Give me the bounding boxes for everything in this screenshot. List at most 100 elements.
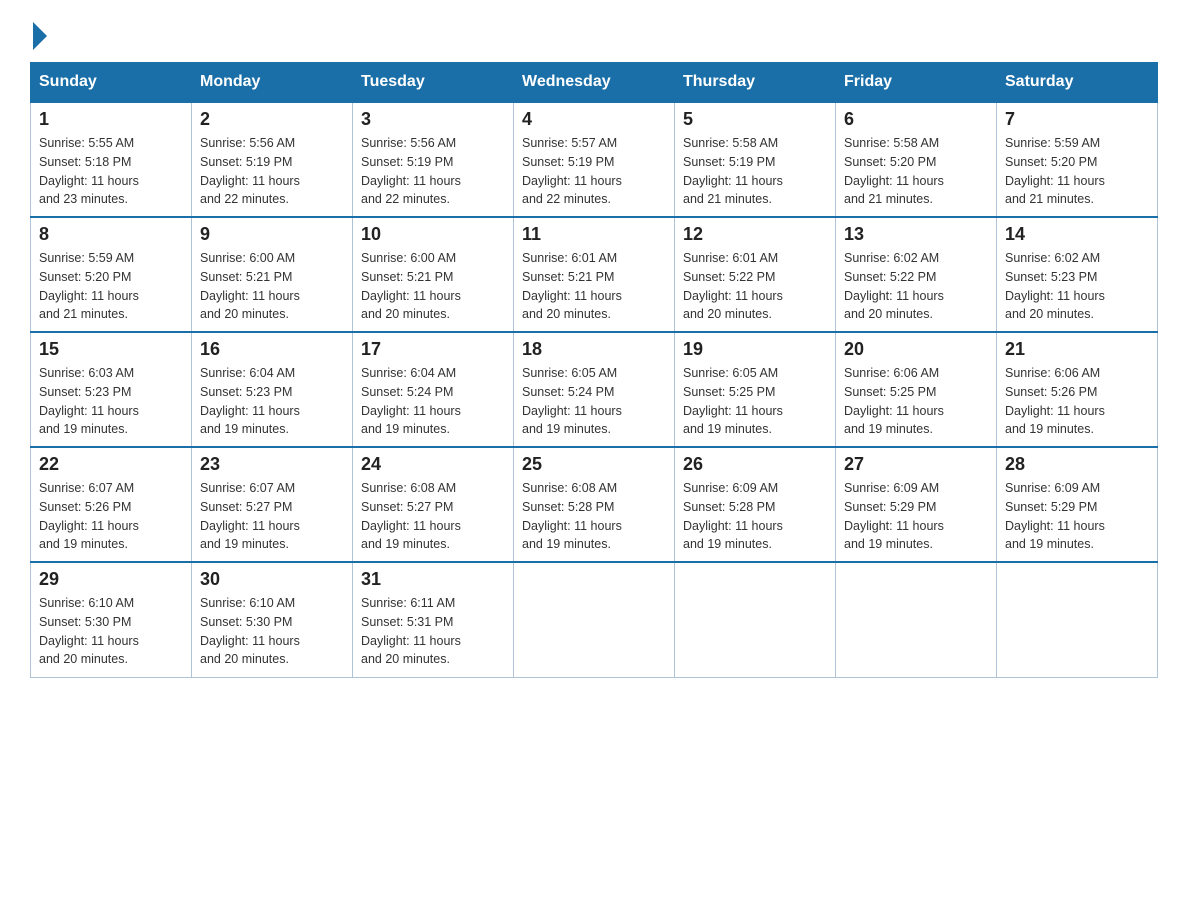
calendar-cell: 14 Sunrise: 6:02 AMSunset: 5:23 PMDaylig… (997, 217, 1158, 332)
day-number: 5 (683, 109, 827, 130)
day-number: 6 (844, 109, 988, 130)
day-info: Sunrise: 5:55 AMSunset: 5:18 PMDaylight:… (39, 136, 139, 206)
calendar-cell: 9 Sunrise: 6:00 AMSunset: 5:21 PMDayligh… (192, 217, 353, 332)
day-number: 15 (39, 339, 183, 360)
calendar-cell: 19 Sunrise: 6:05 AMSunset: 5:25 PMDaylig… (675, 332, 836, 447)
day-info: Sunrise: 5:56 AMSunset: 5:19 PMDaylight:… (361, 136, 461, 206)
logo (30, 20, 47, 46)
day-of-week-header: Tuesday (353, 63, 514, 103)
calendar-cell: 24 Sunrise: 6:08 AMSunset: 5:27 PMDaylig… (353, 447, 514, 562)
day-info: Sunrise: 6:00 AMSunset: 5:21 PMDaylight:… (361, 251, 461, 321)
day-info: Sunrise: 5:59 AMSunset: 5:20 PMDaylight:… (1005, 136, 1105, 206)
calendar-cell: 31 Sunrise: 6:11 AMSunset: 5:31 PMDaylig… (353, 562, 514, 677)
calendar-cell: 1 Sunrise: 5:55 AMSunset: 5:18 PMDayligh… (31, 102, 192, 217)
calendar-cell: 21 Sunrise: 6:06 AMSunset: 5:26 PMDaylig… (997, 332, 1158, 447)
day-info: Sunrise: 6:09 AMSunset: 5:28 PMDaylight:… (683, 481, 783, 551)
calendar-cell: 12 Sunrise: 6:01 AMSunset: 5:22 PMDaylig… (675, 217, 836, 332)
day-number: 21 (1005, 339, 1149, 360)
calendar-cell: 7 Sunrise: 5:59 AMSunset: 5:20 PMDayligh… (997, 102, 1158, 217)
day-info: Sunrise: 6:11 AMSunset: 5:31 PMDaylight:… (361, 596, 461, 666)
day-number: 2 (200, 109, 344, 130)
day-info: Sunrise: 6:00 AMSunset: 5:21 PMDaylight:… (200, 251, 300, 321)
day-info: Sunrise: 6:06 AMSunset: 5:26 PMDaylight:… (1005, 366, 1105, 436)
day-number: 29 (39, 569, 183, 590)
calendar-cell: 13 Sunrise: 6:02 AMSunset: 5:22 PMDaylig… (836, 217, 997, 332)
calendar-cell: 3 Sunrise: 5:56 AMSunset: 5:19 PMDayligh… (353, 102, 514, 217)
day-info: Sunrise: 6:08 AMSunset: 5:28 PMDaylight:… (522, 481, 622, 551)
day-info: Sunrise: 6:05 AMSunset: 5:24 PMDaylight:… (522, 366, 622, 436)
day-number: 18 (522, 339, 666, 360)
calendar-cell: 10 Sunrise: 6:00 AMSunset: 5:21 PMDaylig… (353, 217, 514, 332)
calendar-cell: 27 Sunrise: 6:09 AMSunset: 5:29 PMDaylig… (836, 447, 997, 562)
day-info: Sunrise: 5:59 AMSunset: 5:20 PMDaylight:… (39, 251, 139, 321)
day-number: 28 (1005, 454, 1149, 475)
day-number: 26 (683, 454, 827, 475)
day-number: 1 (39, 109, 183, 130)
calendar-cell: 22 Sunrise: 6:07 AMSunset: 5:26 PMDaylig… (31, 447, 192, 562)
day-info: Sunrise: 5:58 AMSunset: 5:20 PMDaylight:… (844, 136, 944, 206)
day-info: Sunrise: 5:57 AMSunset: 5:19 PMDaylight:… (522, 136, 622, 206)
day-info: Sunrise: 6:05 AMSunset: 5:25 PMDaylight:… (683, 366, 783, 436)
day-of-week-header: Friday (836, 63, 997, 103)
day-info: Sunrise: 5:56 AMSunset: 5:19 PMDaylight:… (200, 136, 300, 206)
logo-arrow-icon (33, 22, 47, 50)
day-number: 17 (361, 339, 505, 360)
day-info: Sunrise: 6:06 AMSunset: 5:25 PMDaylight:… (844, 366, 944, 436)
calendar-cell: 17 Sunrise: 6:04 AMSunset: 5:24 PMDaylig… (353, 332, 514, 447)
day-number: 22 (39, 454, 183, 475)
day-info: Sunrise: 6:01 AMSunset: 5:22 PMDaylight:… (683, 251, 783, 321)
day-number: 13 (844, 224, 988, 245)
day-number: 12 (683, 224, 827, 245)
day-number: 16 (200, 339, 344, 360)
day-number: 9 (200, 224, 344, 245)
day-info: Sunrise: 6:04 AMSunset: 5:24 PMDaylight:… (361, 366, 461, 436)
day-number: 10 (361, 224, 505, 245)
calendar-cell: 4 Sunrise: 5:57 AMSunset: 5:19 PMDayligh… (514, 102, 675, 217)
calendar-cell: 26 Sunrise: 6:09 AMSunset: 5:28 PMDaylig… (675, 447, 836, 562)
day-of-week-header: Thursday (675, 63, 836, 103)
day-info: Sunrise: 6:04 AMSunset: 5:23 PMDaylight:… (200, 366, 300, 436)
calendar-cell: 5 Sunrise: 5:58 AMSunset: 5:19 PMDayligh… (675, 102, 836, 217)
day-info: Sunrise: 6:07 AMSunset: 5:26 PMDaylight:… (39, 481, 139, 551)
day-number: 14 (1005, 224, 1149, 245)
calendar-cell: 23 Sunrise: 6:07 AMSunset: 5:27 PMDaylig… (192, 447, 353, 562)
day-info: Sunrise: 6:08 AMSunset: 5:27 PMDaylight:… (361, 481, 461, 551)
calendar-cell: 6 Sunrise: 5:58 AMSunset: 5:20 PMDayligh… (836, 102, 997, 217)
calendar-cell (514, 562, 675, 677)
day-info: Sunrise: 6:10 AMSunset: 5:30 PMDaylight:… (39, 596, 139, 666)
day-info: Sunrise: 6:02 AMSunset: 5:22 PMDaylight:… (844, 251, 944, 321)
day-number: 19 (683, 339, 827, 360)
calendar-cell: 25 Sunrise: 6:08 AMSunset: 5:28 PMDaylig… (514, 447, 675, 562)
day-number: 23 (200, 454, 344, 475)
calendar-cell: 11 Sunrise: 6:01 AMSunset: 5:21 PMDaylig… (514, 217, 675, 332)
calendar-cell: 30 Sunrise: 6:10 AMSunset: 5:30 PMDaylig… (192, 562, 353, 677)
day-number: 11 (522, 224, 666, 245)
page-header (30, 20, 1158, 46)
day-info: Sunrise: 6:09 AMSunset: 5:29 PMDaylight:… (844, 481, 944, 551)
calendar-cell: 8 Sunrise: 5:59 AMSunset: 5:20 PMDayligh… (31, 217, 192, 332)
calendar-cell: 2 Sunrise: 5:56 AMSunset: 5:19 PMDayligh… (192, 102, 353, 217)
calendar-cell (836, 562, 997, 677)
day-info: Sunrise: 6:02 AMSunset: 5:23 PMDaylight:… (1005, 251, 1105, 321)
calendar-table: SundayMondayTuesdayWednesdayThursdayFrid… (30, 62, 1158, 678)
day-number: 27 (844, 454, 988, 475)
calendar-cell: 29 Sunrise: 6:10 AMSunset: 5:30 PMDaylig… (31, 562, 192, 677)
day-of-week-header: Sunday (31, 63, 192, 103)
day-number: 24 (361, 454, 505, 475)
day-number: 31 (361, 569, 505, 590)
day-number: 30 (200, 569, 344, 590)
day-info: Sunrise: 6:10 AMSunset: 5:30 PMDaylight:… (200, 596, 300, 666)
day-number: 25 (522, 454, 666, 475)
day-of-week-header: Monday (192, 63, 353, 103)
calendar-cell: 20 Sunrise: 6:06 AMSunset: 5:25 PMDaylig… (836, 332, 997, 447)
calendar-cell: 15 Sunrise: 6:03 AMSunset: 5:23 PMDaylig… (31, 332, 192, 447)
calendar-cell: 16 Sunrise: 6:04 AMSunset: 5:23 PMDaylig… (192, 332, 353, 447)
day-number: 7 (1005, 109, 1149, 130)
day-number: 20 (844, 339, 988, 360)
day-info: Sunrise: 6:07 AMSunset: 5:27 PMDaylight:… (200, 481, 300, 551)
calendar-cell (997, 562, 1158, 677)
day-info: Sunrise: 6:09 AMSunset: 5:29 PMDaylight:… (1005, 481, 1105, 551)
day-number: 3 (361, 109, 505, 130)
day-number: 8 (39, 224, 183, 245)
calendar-cell: 18 Sunrise: 6:05 AMSunset: 5:24 PMDaylig… (514, 332, 675, 447)
